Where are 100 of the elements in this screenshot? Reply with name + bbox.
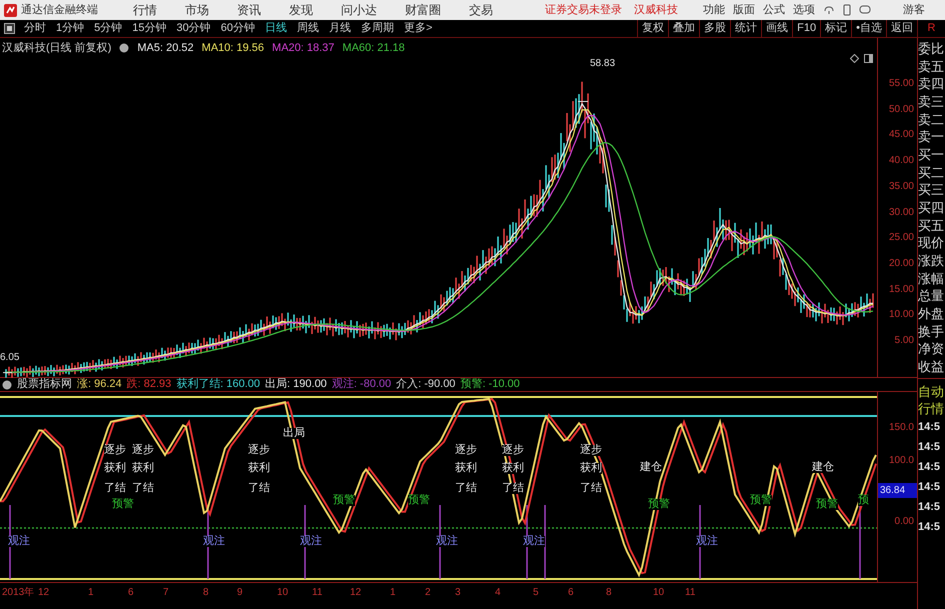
signal-label: 逐步 xyxy=(132,445,154,456)
signal-label: 获利 xyxy=(502,463,524,474)
login-notice[interactable]: 证券交易未登录 xyxy=(545,2,622,18)
date-axis-label: 11 xyxy=(312,586,322,600)
quote-mode-label[interactable]: 行情 xyxy=(918,400,945,417)
period-tab[interactable]: 15分钟 xyxy=(127,20,172,37)
price-axis-label: 55.00 xyxy=(888,77,914,91)
ma-label: MA20: 18.37 xyxy=(272,41,334,56)
signal-label: 逐步 xyxy=(104,445,126,456)
tick-time: 14:5 xyxy=(918,500,942,515)
date-axis-label: 7 xyxy=(163,586,169,600)
ma-label: MA10: 19.56 xyxy=(202,41,264,56)
indicator-value: 涨: 96.24 xyxy=(77,377,122,392)
stock-name[interactable]: 汉威科技 xyxy=(634,2,678,18)
toolbar-button[interactable]: 复权 xyxy=(637,20,668,37)
period-tab[interactable]: 分时 xyxy=(19,20,51,37)
price-axis-label: 40.00 xyxy=(888,154,914,168)
period-tab[interactable]: 60分钟 xyxy=(216,20,260,37)
tick-time: 14:5 xyxy=(918,460,942,475)
phone-icon[interactable] xyxy=(843,4,851,16)
toolbar-button[interactable]: 标记 xyxy=(820,20,852,37)
quote-field-label: 现价 xyxy=(918,235,945,252)
tick-time: 14:5 xyxy=(918,420,942,435)
toolbar-button[interactable]: •自选 xyxy=(851,20,886,37)
quote-field-label: 买五 xyxy=(918,218,945,234)
menu-item[interactable]: 版面 xyxy=(733,2,755,18)
quote-field-label: 买四 xyxy=(918,200,945,216)
quote-field-label: 卖一 xyxy=(918,129,945,146)
signal-label: 获利 xyxy=(104,463,126,474)
signal-label: 预警 xyxy=(648,499,670,510)
signal-label: 预警 xyxy=(750,495,772,506)
period-tab[interactable]: 更多> xyxy=(399,20,438,37)
toolbar-button[interactable]: 多股 xyxy=(699,20,730,37)
signal-label: 观注 xyxy=(436,536,458,547)
menu-item[interactable]: 市场 xyxy=(177,1,217,19)
indicator-value: 跌: 82.93 xyxy=(126,377,172,392)
period-tab[interactable]: 1分钟 xyxy=(51,20,90,37)
signal-label: 逐步 xyxy=(455,445,477,456)
date-axis-label: 8 xyxy=(606,586,612,600)
indicator-axis-label: 0.00 xyxy=(894,515,914,529)
menu-item[interactable]: 资讯 xyxy=(229,1,269,19)
panel-toggle-icon[interactable] xyxy=(4,23,15,34)
menu-item[interactable]: 行情 xyxy=(125,1,165,19)
tick-time: 14:5 xyxy=(918,520,942,535)
toolbar-button[interactable]: 叠加 xyxy=(668,20,700,37)
date-axis-label: 11 xyxy=(685,586,696,600)
quote-mode-label[interactable]: 自动 xyxy=(918,383,945,400)
signal-label: 了结 xyxy=(502,483,524,494)
period-tab[interactable]: 30分钟 xyxy=(172,20,216,37)
quote-field-label: 收益 xyxy=(918,358,945,375)
quote-field-label: 卖三 xyxy=(918,94,945,110)
price-axis-label: 35.00 xyxy=(888,180,914,194)
toolbar-button[interactable]: 画线 xyxy=(761,20,792,37)
circle-icon[interactable] xyxy=(2,380,12,390)
date-axis-label: 9 xyxy=(237,586,243,600)
quote-field-label: 涨幅 xyxy=(918,270,945,287)
corner-label[interactable]: R xyxy=(917,20,945,37)
indicator-axis-label: 100.0 xyxy=(888,454,914,468)
signal-label: 建仓 xyxy=(812,462,834,473)
period-tab[interactable]: 月线 xyxy=(324,20,356,37)
date-axis-label: 1 xyxy=(390,586,396,600)
toolbar-button[interactable]: 返回 xyxy=(886,20,917,37)
menu-item[interactable]: 公式 xyxy=(763,2,785,18)
signal-label: 观注 xyxy=(203,536,225,547)
period-tab[interactable]: 日线 xyxy=(260,20,292,37)
date-axis-label: 12 xyxy=(350,586,362,600)
signal-label: 预警 xyxy=(112,499,134,510)
price-axis-label: 20.00 xyxy=(888,256,914,271)
period-tab[interactable]: 多周期 xyxy=(356,20,399,37)
chart-title: 汉威科技(日线 前复权) xyxy=(2,41,112,56)
user-label[interactable]: 游客 xyxy=(903,2,925,18)
high-marker-line xyxy=(578,100,588,102)
toolbar-button[interactable]: 统计 xyxy=(730,20,762,37)
menu-item[interactable]: 财富圈 xyxy=(397,1,449,19)
signal-label: 逐步 xyxy=(248,445,270,456)
menu-item[interactable]: 功能 xyxy=(703,2,725,18)
circle-icon[interactable] xyxy=(119,43,130,54)
quote-field-label: 总量 xyxy=(918,288,945,304)
message-icon[interactable] xyxy=(859,5,871,15)
date-axis-label: 6 xyxy=(568,586,574,600)
date-axis-label: 8 xyxy=(203,586,209,600)
period-tab[interactable]: 周线 xyxy=(292,20,324,37)
date-axis-label: 2 xyxy=(425,586,431,600)
window-icon[interactable] xyxy=(864,54,873,63)
quote-field-label: 买一 xyxy=(918,146,945,163)
diamond-icon[interactable] xyxy=(850,54,859,63)
app-logo-icon xyxy=(4,4,17,16)
indicator-value: 介入: -90.00 xyxy=(396,377,456,392)
menu-item[interactable]: 发现 xyxy=(281,1,321,19)
signal-label: 出局 xyxy=(283,428,305,439)
tick-time: 14:5 xyxy=(918,480,942,495)
menu-item[interactable]: 交易 xyxy=(461,1,501,19)
period-tab[interactable]: 5分钟 xyxy=(89,20,128,37)
toolbar-button[interactable]: F10 xyxy=(792,20,820,37)
price-axis-label: 15.00 xyxy=(888,282,914,297)
quote-field-label: 涨跌 xyxy=(918,252,945,269)
menu-item[interactable]: 选项 xyxy=(793,2,815,18)
indicator-title: 股票指标网 xyxy=(17,377,72,392)
menu-item[interactable]: 问小达 xyxy=(333,1,385,19)
date-axis-label: 1 xyxy=(88,586,94,600)
